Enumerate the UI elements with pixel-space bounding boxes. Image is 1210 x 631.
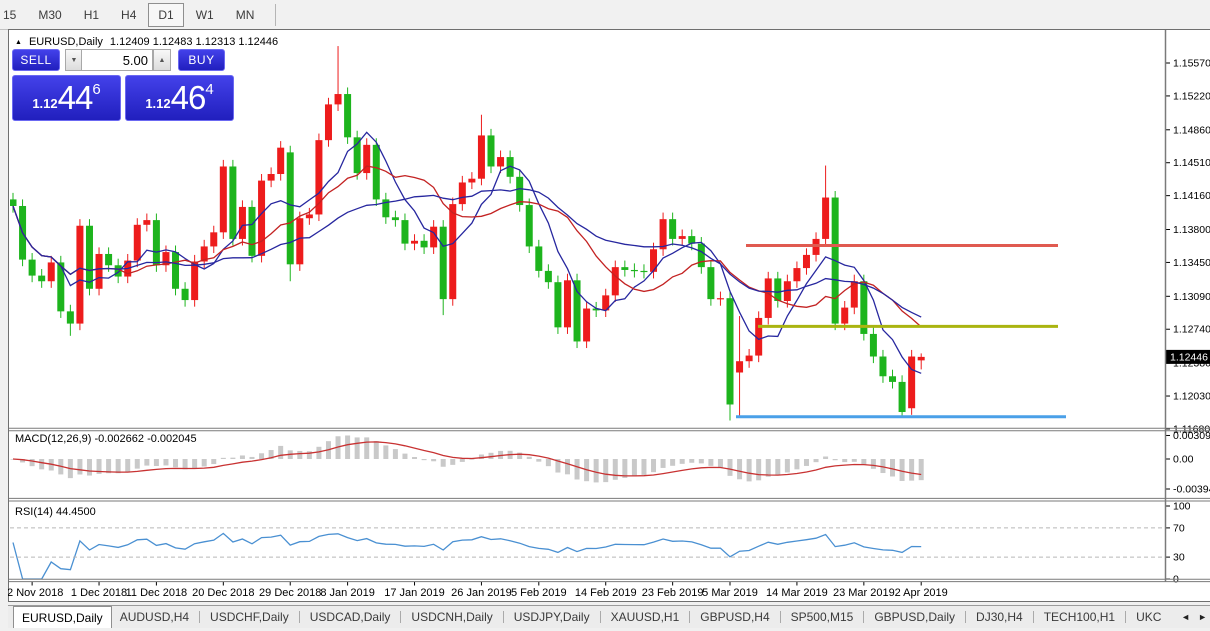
tab-divider [780, 611, 781, 623]
svg-text:14 Mar 2019: 14 Mar 2019 [766, 587, 828, 599]
sell-price-big: 44 [58, 79, 93, 117]
svg-text:-0.003947: -0.003947 [1173, 483, 1210, 495]
sell-button[interactable]: SELL [12, 49, 60, 71]
buy-button[interactable]: BUY [178, 49, 225, 71]
svg-text:0.00: 0.00 [1173, 454, 1194, 466]
chart-window: 1.15570 1.15220 1.14860 1.14510 1.14160 1.138… [8, 29, 1210, 602]
volume-increase-button[interactable]: ▲ [153, 49, 171, 71]
tab-divider [863, 611, 864, 623]
buy-price-big: 46 [171, 79, 206, 117]
one-click-trade-panel: SELL ▼ ▲ BUY 1.12 44 6 1.12 46 4 [12, 49, 233, 120]
chart-tab-usdjpy-daily[interactable]: USDJPY,Daily [506, 606, 598, 628]
chart-tab-audusd-h4[interactable]: AUDUSD,H4 [112, 606, 197, 628]
tab-divider [600, 611, 601, 623]
timeframe-button-d1[interactable]: D1 [148, 3, 183, 27]
svg-text:17 Jan 2019: 17 Jan 2019 [384, 587, 445, 599]
timeframe-button-m30[interactable]: M30 [28, 3, 71, 27]
svg-text:29 Dec 2018: 29 Dec 2018 [259, 587, 321, 599]
volume-input[interactable] [81, 49, 153, 71]
sell-price-prefix: 1.12 [32, 96, 57, 111]
svg-text:26 Jan 2019: 26 Jan 2019 [451, 587, 512, 599]
chart-tab-dj30-h4[interactable]: DJ30,H4 [968, 606, 1031, 628]
svg-text:30: 30 [1173, 552, 1185, 564]
svg-text:0.003095: 0.003095 [1173, 430, 1210, 442]
tab-divider [503, 611, 504, 623]
svg-text:8 Jan 2019: 8 Jan 2019 [320, 587, 374, 599]
svg-text:20 Dec 2018: 20 Dec 2018 [192, 587, 254, 599]
collapse-icon[interactable]: ▲ [15, 39, 22, 46]
chart-tab-tech100-h1[interactable]: TECH100,H1 [1036, 606, 1123, 628]
svg-text:5 Feb 2019: 5 Feb 2019 [511, 587, 567, 599]
svg-text:23 Feb 2019: 23 Feb 2019 [642, 587, 704, 599]
chart-title: ▲ EURUSD,Daily 1.12409 1.12483 1.12313 1… [15, 36, 278, 48]
sell-price-display[interactable]: 1.12 44 6 [12, 75, 121, 121]
svg-text:1.14860: 1.14860 [1173, 124, 1210, 136]
tab-divider [689, 611, 690, 623]
svg-text:1.14160: 1.14160 [1173, 190, 1210, 202]
tab-scroll-arrows: ◄► [1175, 606, 1207, 628]
timeframe-button-h4[interactable]: H4 [111, 3, 146, 27]
svg-text:23 Mar 2019: 23 Mar 2019 [833, 587, 895, 599]
chart-tab-eurusd-daily[interactable]: EURUSD,Daily [13, 606, 112, 628]
chart-tabs-bar: EURUSD,DailyAUDUSD,H4USDCHF,DailyUSDCAD,… [8, 605, 1210, 628]
tab-scroll-right-icon[interactable]: ► [1198, 612, 1207, 622]
chart-tab-usdcad-daily[interactable]: USDCAD,Daily [302, 606, 399, 628]
chart-title-symbol: EURUSD,Daily [29, 36, 103, 48]
tab-divider [965, 611, 966, 623]
chart-tab-usdcnh-daily[interactable]: USDCNH,Daily [403, 606, 500, 628]
timeframe-button-mn[interactable]: MN [226, 3, 265, 27]
chart-tab-usdchf-daily[interactable]: USDCHF,Daily [202, 606, 297, 628]
svg-text:1.12030: 1.12030 [1173, 391, 1210, 403]
buy-price-prefix: 1.12 [145, 96, 170, 111]
chart-tab-gbpusd-daily[interactable]: GBPUSD,Daily [866, 606, 963, 628]
svg-text:1.14510: 1.14510 [1173, 157, 1210, 169]
svg-text:100: 100 [1173, 501, 1191, 513]
chart-tab-ukc[interactable]: UKC [1128, 606, 1169, 628]
svg-text:1.15570: 1.15570 [1173, 58, 1210, 70]
svg-text:1.12740: 1.12740 [1173, 324, 1210, 336]
buy-price-sup: 4 [205, 81, 213, 98]
svg-text:5 Mar 2019: 5 Mar 2019 [702, 587, 758, 599]
svg-text:MACD(12,26,9) -0.002662 -0.002: MACD(12,26,9) -0.002662 -0.002045 [15, 433, 197, 445]
chart-tab-gbpusd-h4[interactable]: GBPUSD,H4 [692, 606, 777, 628]
tab-divider [400, 611, 401, 623]
tab-scroll-left-icon[interactable]: ◄ [1181, 612, 1190, 622]
timeframe-button-w1[interactable]: W1 [186, 3, 224, 27]
chart-tab-sp500-m15[interactable]: SP500,M15 [783, 606, 862, 628]
tab-divider [299, 611, 300, 623]
timeframe-button-15[interactable]: 15 [0, 3, 26, 27]
svg-text:1 Dec 2018: 1 Dec 2018 [71, 587, 127, 599]
sell-price-sup: 6 [92, 81, 100, 98]
timeframe-toolbar: 15M30H1H4D1W1MN [0, 0, 1210, 30]
tab-divider [199, 611, 200, 623]
svg-text:1.15220: 1.15220 [1173, 90, 1210, 102]
tab-divider [1125, 611, 1126, 623]
chart-tab-xauusd-h1[interactable]: XAUUSD,H1 [603, 606, 688, 628]
chart-title-ohlc: 1.12409 1.12483 1.12313 1.12446 [110, 36, 278, 48]
svg-text:RSI(14) 44.4500: RSI(14) 44.4500 [15, 506, 96, 518]
svg-text:1.13450: 1.13450 [1173, 257, 1210, 269]
svg-text:14 Feb 2019: 14 Feb 2019 [575, 587, 637, 599]
timeframe-button-h1[interactable]: H1 [74, 3, 109, 27]
svg-text:1.12446: 1.12446 [1170, 351, 1208, 363]
buy-price-display[interactable]: 1.12 46 4 [125, 75, 234, 121]
svg-text:1.13090: 1.13090 [1173, 291, 1210, 303]
toolbar-separator [275, 4, 276, 26]
svg-text:1.13800: 1.13800 [1173, 224, 1210, 236]
svg-text:11 Dec 2018: 11 Dec 2018 [126, 587, 188, 599]
tab-divider [1033, 611, 1034, 623]
svg-text:2 Apr 2019: 2 Apr 2019 [895, 587, 948, 599]
svg-text:22 Nov 2018: 22 Nov 2018 [8, 587, 63, 599]
svg-text:70: 70 [1173, 522, 1185, 534]
